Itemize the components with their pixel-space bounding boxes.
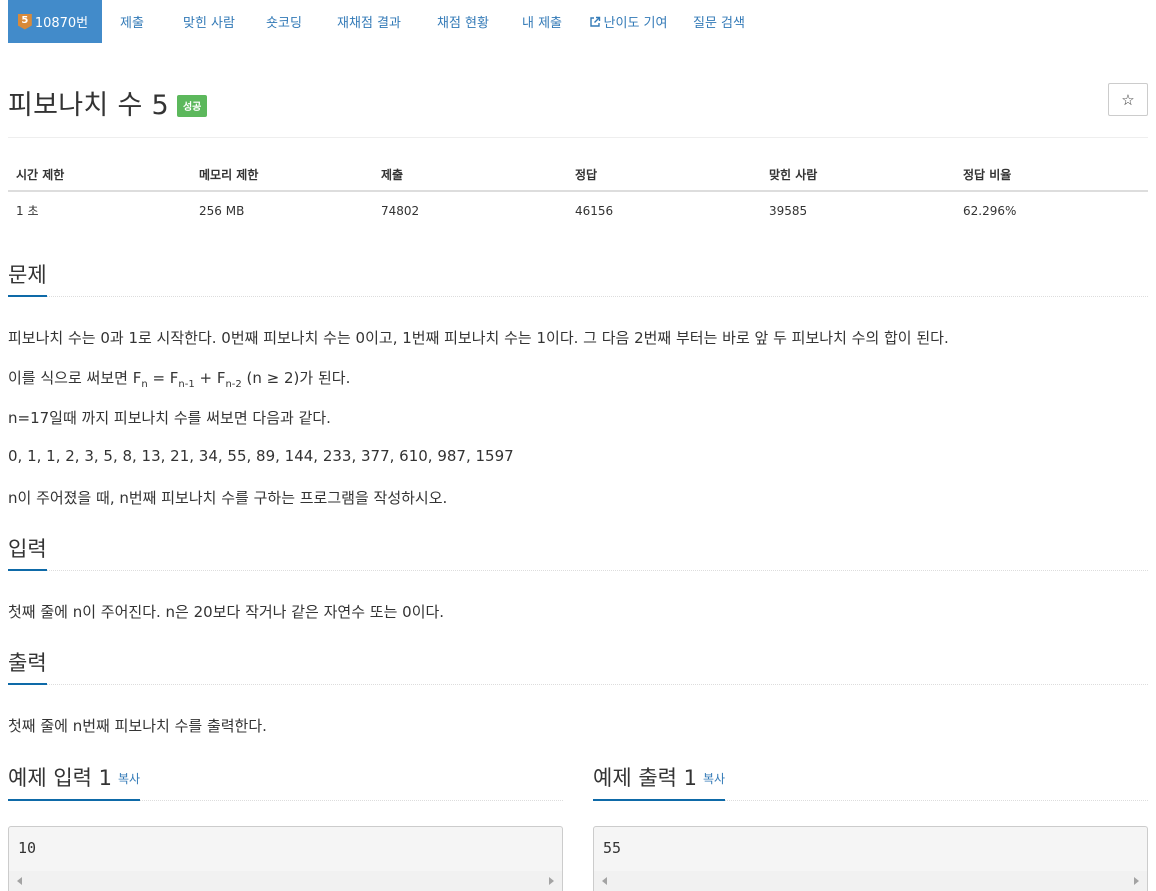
- sample-output-title: 예제 출력 1 복사: [593, 763, 726, 801]
- sample-input-header: 예제 입력 1 복사: [8, 763, 563, 801]
- sample-output-title-text: 예제 출력 1: [593, 766, 697, 790]
- page-title: 피보나치 수 5: [8, 89, 169, 121]
- sample-output-value: 55: [603, 839, 622, 857]
- description-section-header: 문제: [8, 261, 1148, 297]
- nav-short-coding[interactable]: 숏코딩: [249, 0, 319, 43]
- copy-sample-output-button[interactable]: 복사: [703, 772, 725, 786]
- sample-input-box: 10: [8, 826, 563, 891]
- title-divider: [8, 137, 1148, 138]
- problem-title-row: 피보나치 수 5 성공 ☆: [8, 82, 1148, 122]
- copy-sample-input-button[interactable]: 복사: [118, 772, 140, 786]
- output-section-header: 출력: [8, 649, 1148, 685]
- input-section-header: 입력: [8, 535, 1148, 571]
- nav-difficulty-contribution-label: 난이도 기여: [603, 16, 668, 31]
- favorite-button[interactable]: ☆: [1108, 83, 1148, 116]
- external-link-icon: [589, 16, 600, 27]
- info-table-header: 시간 제한 메모리 제한 제출 정답 맞힌 사람 정답 비율: [8, 158, 1148, 192]
- input-title: 입력: [8, 535, 47, 571]
- header-memory-limit: 메모리 제한: [199, 167, 259, 182]
- nav-difficulty-contribution[interactable]: 난이도 기여: [577, 0, 679, 43]
- output-title: 출력: [8, 649, 47, 685]
- nav-judge-status[interactable]: 채점 현황: [419, 0, 507, 43]
- sample-output-scrollbar[interactable]: [594, 871, 1147, 891]
- sample-output-box: 55: [593, 826, 1148, 891]
- star-icon: ☆: [1121, 91, 1135, 109]
- scroll-left-arrow-icon[interactable]: [17, 877, 22, 885]
- value-accept-ratio: 62.296%: [963, 203, 1017, 218]
- info-table-row: 1 초 256 MB 74802 46156 39585 62.296%: [8, 192, 1148, 229]
- header-solved-users: 맞힌 사람: [769, 167, 818, 182]
- description-line-2: 이를 식으로 써보면 Fn = Fn-1 + Fn-2 (n ≥ 2)가 된다.: [8, 367, 350, 390]
- tier-badge-icon: 5: [17, 13, 32, 30]
- nav-problem-number-label: 10870번: [34, 16, 89, 31]
- sample-input-value: 10: [18, 839, 37, 857]
- header-accept-ratio: 정답 비율: [963, 167, 1012, 182]
- problem-menu: 5 10870번 제출 맞힌 사람 숏코딩 재채점 결과 채점 현황 내 제출 …: [8, 0, 1156, 43]
- description-line-5: n이 주어졌을 때, n번째 피보나치 수를 구하는 프로그램을 작성하시오.: [8, 489, 448, 507]
- formula-prefix: 이를 식으로 써보면 F: [8, 369, 142, 387]
- input-description: 첫째 줄에 n이 주어진다. n은 20보다 작거나 같은 자연수 또는 0이다…: [8, 603, 445, 621]
- value-memory-limit: 256 MB: [199, 203, 245, 218]
- description-title: 문제: [8, 261, 47, 297]
- nav-my-submissions[interactable]: 내 제출: [507, 0, 577, 43]
- nav-question-search[interactable]: 질문 검색: [679, 0, 759, 43]
- scroll-right-arrow-icon[interactable]: [1134, 877, 1139, 885]
- problem-info-table: 시간 제한 메모리 제한 제출 정답 맞힌 사람 정답 비율 1 초 256 M…: [8, 158, 1148, 229]
- description-line-1: 피보나치 수는 0과 1로 시작한다. 0번째 피보나치 수는 0이고, 1번째…: [8, 329, 949, 347]
- formula-sub-n2: n-2: [225, 379, 242, 390]
- header-time-limit: 시간 제한: [16, 167, 65, 182]
- description-line-4: 0, 1, 1, 2, 3, 5, 8, 13, 21, 34, 55, 89,…: [8, 447, 514, 465]
- sample-input-title-text: 예제 입력 1: [8, 766, 112, 790]
- formula-suffix: (n ≥ 2)가 된다.: [241, 369, 351, 387]
- output-description: 첫째 줄에 n번째 피보나치 수를 출력한다.: [8, 717, 267, 735]
- description-line-3: n=17일때 까지 피보나치 수를 써보면 다음과 같다.: [8, 409, 331, 427]
- formula-plus: + F: [194, 369, 226, 387]
- sample-output-header: 예제 출력 1 복사: [593, 763, 1148, 801]
- result-badge: 성공: [176, 95, 208, 117]
- value-submissions: 74802: [381, 203, 420, 218]
- formula-sub-n1: n-1: [178, 379, 195, 390]
- header-accepted: 정답: [575, 167, 598, 182]
- value-time-limit: 1 초: [16, 204, 39, 218]
- value-solved-users: 39585: [769, 203, 808, 218]
- nav-problem-number[interactable]: 5 10870번: [8, 0, 102, 43]
- nav-submit[interactable]: 제출: [102, 0, 162, 43]
- formula-eq: = F: [147, 369, 179, 387]
- scroll-left-arrow-icon[interactable]: [602, 877, 607, 885]
- nav-solved-users[interactable]: 맞힌 사람: [169, 0, 249, 43]
- header-submissions: 제출: [381, 167, 404, 182]
- sample-input-title: 예제 입력 1 복사: [8, 763, 141, 801]
- nav-rejudge-results[interactable]: 재채점 결과: [319, 0, 419, 43]
- scroll-right-arrow-icon[interactable]: [549, 877, 554, 885]
- value-accepted: 46156: [575, 203, 614, 218]
- sample-input-scrollbar[interactable]: [9, 871, 562, 891]
